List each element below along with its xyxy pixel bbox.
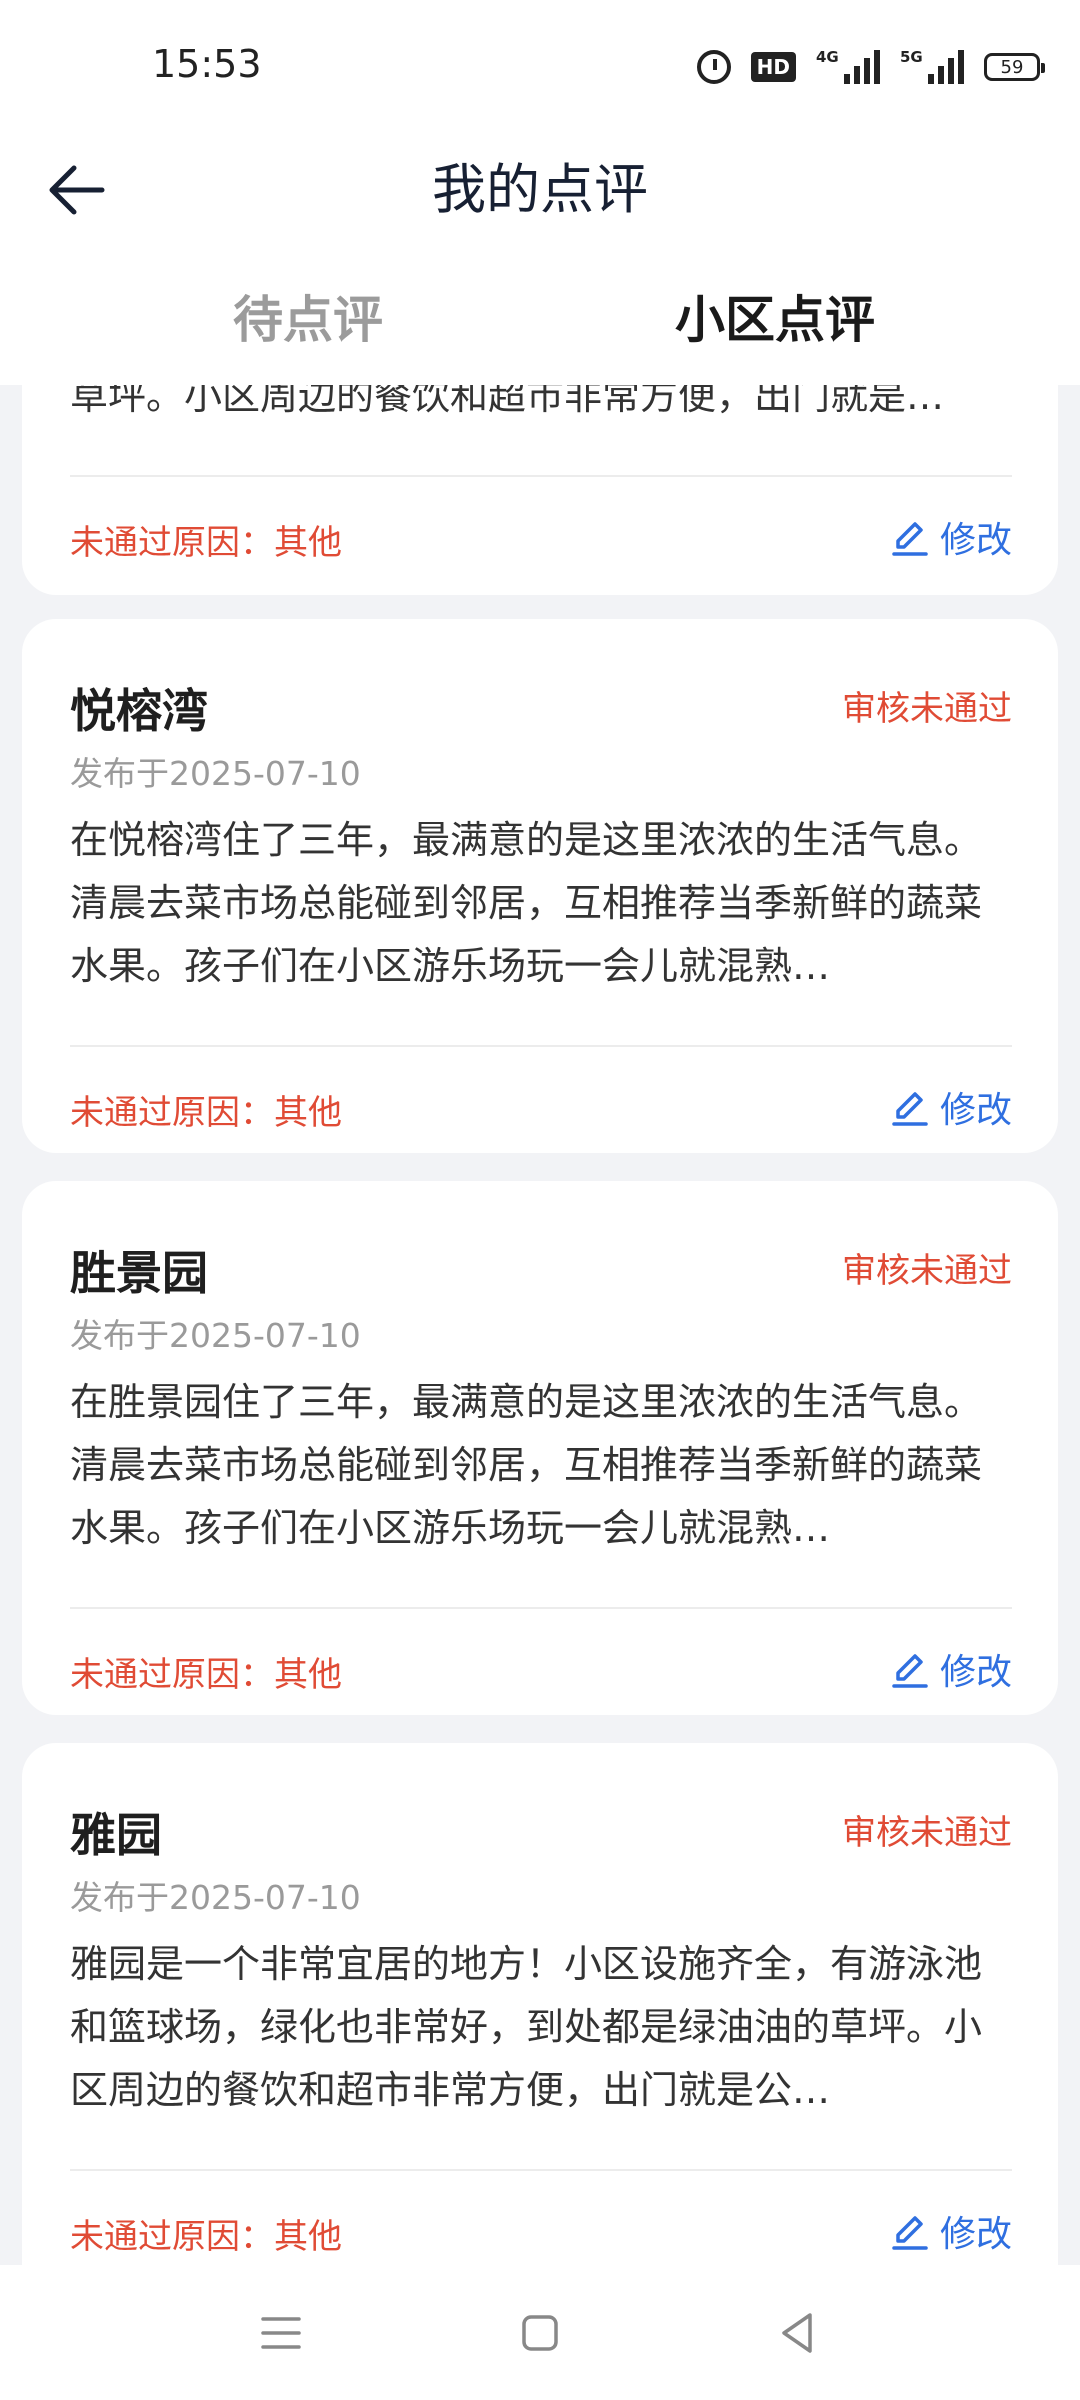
community-name: 胜景园	[70, 1246, 208, 1300]
system-back-button[interactable]	[770, 2305, 826, 2361]
edit-label: 修改	[939, 2214, 1012, 2255]
edit-button[interactable]: 修改	[890, 2205, 1012, 2257]
battery-icon: 59	[984, 53, 1045, 81]
review-content: 草坪。小区周边的餐饮和超市非常方便，出门就是…	[70, 385, 945, 418]
review-card[interactable]: 胜景园 审核未通过 发布于2025-07-10 在胜景园住了三年，最满意的是这里…	[22, 1181, 1058, 1715]
card-divider	[70, 475, 1012, 477]
edit-label: 修改	[939, 520, 1012, 561]
edit-button[interactable]: 修改	[890, 1643, 1012, 1695]
review-card[interactable]: 雅园 审核未通过 发布于2025-07-10 雅园是一个非常宜居的地方！小区设施…	[22, 1743, 1058, 2265]
reject-reason: 未通过原因：其他	[70, 523, 342, 563]
status-badge: 审核未通过	[842, 1251, 1012, 1291]
page-header: 我的点评	[0, 130, 1080, 250]
back-triangle-icon	[782, 2313, 812, 2353]
tab-community-review[interactable]: 小区点评	[675, 280, 875, 358]
reject-reason: 未通过原因：其他	[70, 1093, 342, 1133]
alarm-icon	[696, 50, 731, 84]
review-content: 雅园是一个非常宜居的地方！小区设施齐全，有游泳池和篮球场，绿化也非常好，到处都是…	[70, 1942, 983, 2112]
edit-label: 修改	[939, 1090, 1012, 1131]
battery-level: 59	[1000, 56, 1024, 78]
review-list[interactable]: 草坪。小区周边的餐饮和超市非常方便，出门就是… 未通过原因：其他 修改 悦榕湾 …	[0, 385, 1080, 2265]
menu-icon	[261, 2317, 301, 2349]
community-name: 悦榕湾	[70, 684, 208, 738]
publish-date: 发布于2025-07-10	[70, 754, 361, 793]
page-title: 我的点评	[432, 158, 648, 221]
signal-4g-icon: 4G	[816, 48, 880, 84]
publish-date: 发布于2025-07-10	[70, 1316, 361, 1355]
signal-5g-icon: 5G	[900, 48, 964, 84]
card-divider	[70, 1607, 1012, 1609]
edit-button[interactable]: 修改	[890, 1081, 1012, 1133]
recent-apps-button[interactable]	[253, 2305, 309, 2361]
edit-pencil-icon	[892, 522, 928, 556]
tab-bar: 待点评 小区点评	[0, 250, 1080, 385]
signal-4g-label: 4G	[816, 48, 839, 66]
edit-button[interactable]: 修改	[890, 511, 1012, 563]
status-time: 15:53	[152, 42, 262, 86]
system-nav-bar	[0, 2265, 1080, 2400]
status-icons: HD 4G 5G 59	[696, 48, 1045, 84]
edit-label: 修改	[939, 1652, 1012, 1693]
tab-community-review-label: 小区点评	[675, 291, 875, 349]
review-card[interactable]: 悦榕湾 审核未通过 发布于2025-07-10 在悦榕湾住了三年，最满意的是这里…	[22, 619, 1058, 1153]
edit-pencil-icon	[892, 1654, 928, 1688]
card-divider	[70, 2169, 1012, 2171]
home-icon	[522, 2315, 558, 2351]
status-badge: 审核未通过	[842, 1813, 1012, 1853]
status-badge: 审核未通过	[842, 689, 1012, 729]
card-divider	[70, 1045, 1012, 1047]
tab-pending-review[interactable]: 待点评	[233, 280, 383, 352]
community-name: 雅园	[70, 1808, 162, 1862]
edit-pencil-icon	[892, 1092, 928, 1126]
home-button[interactable]	[512, 2305, 568, 2361]
reject-reason: 未通过原因：其他	[70, 2217, 342, 2257]
publish-date: 发布于2025-07-10	[70, 1878, 361, 1917]
review-card: 草坪。小区周边的餐饮和超市非常方便，出门就是… 未通过原因：其他 修改	[22, 385, 1058, 595]
reject-reason: 未通过原因：其他	[70, 1655, 342, 1695]
hd-icon: HD	[750, 52, 796, 82]
status-bar: 15:53 HD 4G 5G 59	[0, 0, 1080, 130]
signal-5g-label: 5G	[900, 48, 923, 66]
edit-pencil-icon	[892, 2216, 928, 2250]
review-content: 在悦榕湾住了三年，最满意的是这里浓浓的生活气息。清晨去菜市场总能碰到邻居，互相推…	[70, 818, 983, 988]
review-content: 在胜景园住了三年，最满意的是这里浓浓的生活气息。清晨去菜市场总能碰到邻居，互相推…	[70, 1380, 983, 1550]
